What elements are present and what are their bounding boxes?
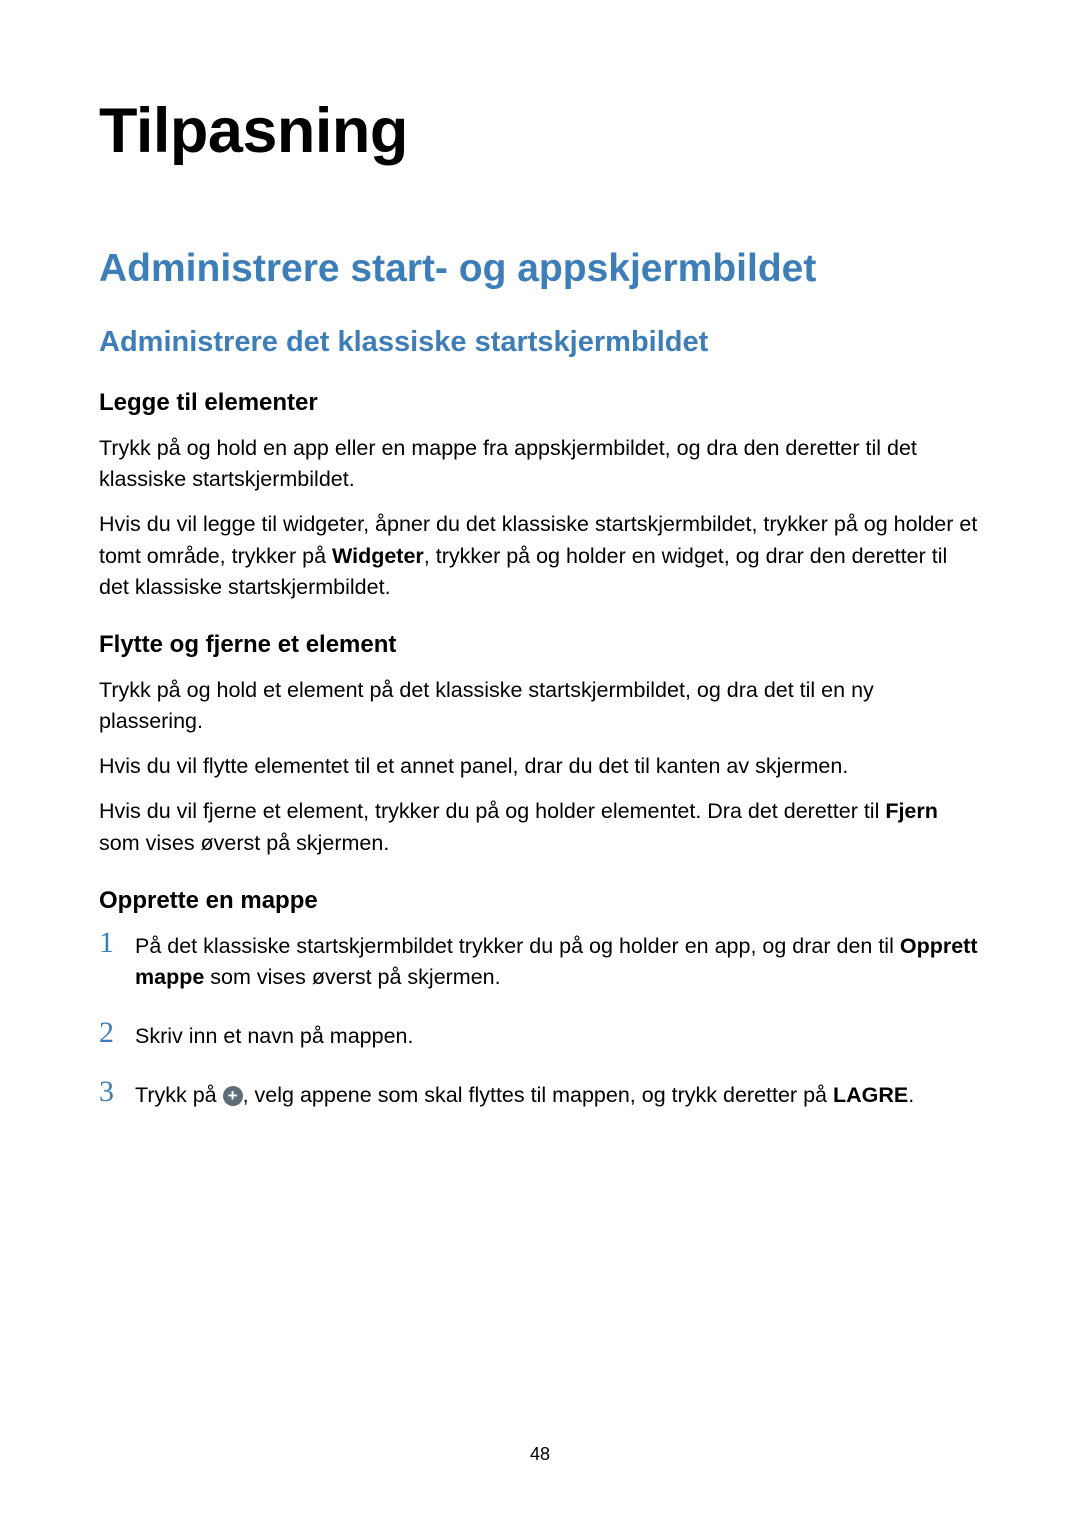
- body-text: Trykk på og hold et element på det klass…: [99, 675, 981, 737]
- subsection-heading: Administrere det klassiske startskjermbi…: [99, 326, 981, 359]
- topic-heading-folder: Opprette en mappe: [99, 887, 981, 915]
- body-text: Hvis du vil flytte elementet til et anne…: [99, 751, 981, 782]
- step-text: Trykk på +, velg appene som skal flyttes…: [135, 1080, 981, 1111]
- step-number: 3: [99, 1077, 135, 1107]
- body-text: Trykk på og hold en app eller en mappe f…: [99, 433, 981, 495]
- inline-bold: LAGRE: [833, 1083, 908, 1107]
- list-item: 1 På det klassiske startskjermbildet try…: [99, 931, 981, 993]
- inline-bold: Widgeter: [332, 544, 424, 568]
- list-item: 2 Skriv inn et navn på mappen.: [99, 1021, 981, 1052]
- plus-icon: +: [223, 1086, 243, 1106]
- body-text: Hvis du vil fjerne et element, trykker d…: [99, 796, 981, 858]
- page-content: Tilpasning Administrere start- og appskj…: [0, 0, 1080, 1111]
- page-title: Tilpasning: [99, 95, 981, 167]
- step-list: 1 På det klassiske startskjermbildet try…: [99, 931, 981, 1112]
- body-text: Hvis du vil legge til widgeter, åpner du…: [99, 509, 981, 603]
- page-number: 48: [0, 1444, 1080, 1465]
- topic-heading-add: Legge til elementer: [99, 389, 981, 417]
- step-text: Skriv inn et navn på mappen.: [135, 1021, 981, 1052]
- topic-heading-move: Flytte og fjerne et element: [99, 631, 981, 659]
- step-text: På det klassiske startskjermbildet trykk…: [135, 931, 981, 993]
- section-heading: Administrere start- og appskjermbildet: [99, 247, 981, 291]
- inline-bold: Fjern: [885, 799, 938, 823]
- step-number: 1: [99, 928, 135, 958]
- step-number: 2: [99, 1018, 135, 1048]
- list-item: 3 Trykk på +, velg appene som skal flytt…: [99, 1080, 981, 1111]
